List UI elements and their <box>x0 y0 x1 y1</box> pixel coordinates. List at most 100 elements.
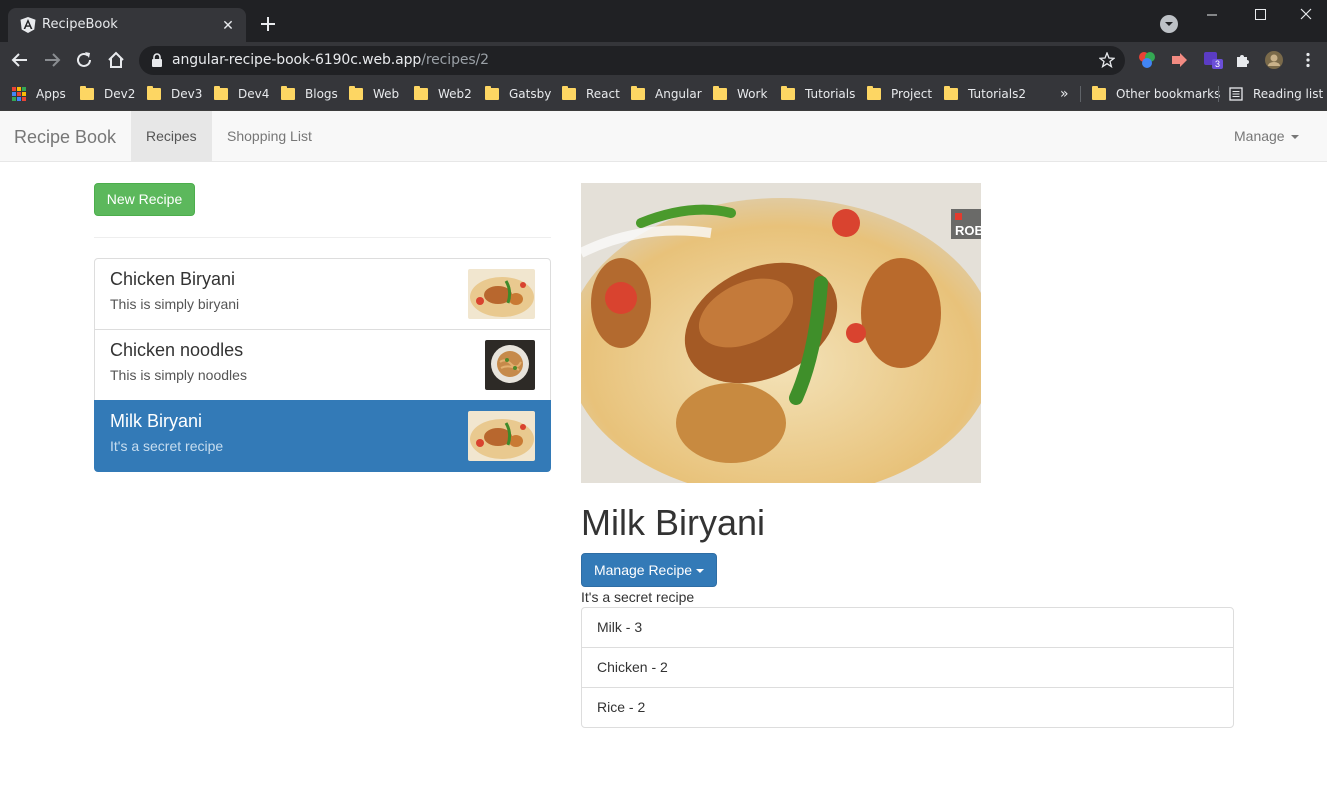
angular-favicon-icon <box>20 17 36 33</box>
recipe-item-chicken-biryani[interactable]: Chicken Biryani This is simply biryani <box>94 258 551 330</box>
folder-icon <box>713 86 727 100</box>
manage-recipe-dropdown[interactable]: Manage Recipe <box>581 553 717 587</box>
bookmark-label: Dev3 <box>171 87 203 101</box>
reading-list-button[interactable]: Reading list <box>1229 84 1323 104</box>
bookmark-star-icon[interactable] <box>1099 52 1115 68</box>
bookmark-gatsby[interactable]: Gatsby <box>485 84 551 104</box>
manage-recipe-label: Manage Recipe <box>593 562 693 578</box>
section-divider <box>94 237 551 238</box>
bookmark-blogs[interactable]: Blogs <box>281 84 338 104</box>
biryani-thumbnail-image <box>468 269 535 319</box>
maximize-icon[interactable] <box>1248 6 1272 24</box>
bookmark-project[interactable]: Project <box>867 84 932 104</box>
bookmark-angular[interactable]: Angular <box>631 84 702 104</box>
navbar-brand[interactable]: Recipe Book <box>14 127 116 148</box>
bookmark-label: React <box>586 87 620 101</box>
profile-avatar-icon[interactable] <box>1265 51 1283 69</box>
caret-down-icon <box>1290 135 1299 140</box>
extension-badge: 3 <box>1212 59 1224 69</box>
color-extension-icon[interactable] <box>1138 51 1156 69</box>
browser-tabstrip: RecipeBook ✕ <box>0 0 1327 42</box>
folder-icon <box>147 86 161 100</box>
forward-icon[interactable] <box>42 50 62 70</box>
bookmark-web2[interactable]: Web2 <box>414 84 472 104</box>
nav-link-recipes[interactable]: Recipes <box>131 111 212 161</box>
bookmark-tutorials[interactable]: Tutorials <box>781 84 855 104</box>
browser-toolbar: angular-recipe-book-6190c.web.app/recipe… <box>0 42 1327 78</box>
caret-down-icon <box>696 569 705 574</box>
folder-icon <box>944 86 958 100</box>
recipe-list: Chicken Biryani This is simply biryani C… <box>94 258 551 472</box>
folder-icon <box>867 86 881 100</box>
bookmark-other[interactable]: Other bookmarks <box>1092 84 1220 104</box>
folder-icon <box>485 86 499 100</box>
nav-link-shopping-list[interactable]: Shopping List <box>212 111 327 161</box>
bookmark-label: Angular <box>655 87 702 101</box>
folder-icon <box>214 86 228 100</box>
recipe-item-milk-biryani[interactable]: Milk Biryani It's a secret recipe <box>94 400 551 472</box>
tab-search-icon[interactable] <box>1160 15 1178 33</box>
recipe-item-chicken-noodles[interactable]: Chicken noodles This is simply noodles <box>94 329 551 401</box>
reload-icon[interactable] <box>74 50 94 70</box>
folder-icon <box>1092 86 1106 100</box>
image-watermark: ROB <box>955 223 981 238</box>
bookmark-label: Work <box>737 87 768 101</box>
bookmark-dev3[interactable]: Dev3 <box>147 84 202 104</box>
bookmark-react[interactable]: React <box>562 84 620 104</box>
manage-dropdown[interactable]: Manage <box>1219 111 1314 161</box>
ingredient-list: Milk - 3 Chicken - 2 Rice - 2 <box>581 607 1234 728</box>
new-recipe-button[interactable]: New Recipe <box>94 183 195 216</box>
recipe-name: Chicken Biryani <box>110 269 236 289</box>
browser-menu-icon[interactable] <box>1299 51 1317 69</box>
ingredient-item: Chicken - 2 <box>581 647 1234 688</box>
app-navbar: Recipe Book Recipes Shopping List Manage <box>0 111 1327 162</box>
browser-tab[interactable]: RecipeBook ✕ <box>8 8 246 42</box>
tab-close-icon[interactable]: ✕ <box>220 17 236 33</box>
folder-icon <box>80 86 94 100</box>
bookmark-apps[interactable]: Apps <box>12 84 66 104</box>
manage-label: Manage <box>1234 128 1285 144</box>
bookmark-tutorials2[interactable]: Tutorials2 <box>944 84 1026 104</box>
badge-extension-icon[interactable]: 3 <box>1203 51 1224 69</box>
bookmarks-separator <box>1080 86 1081 102</box>
bookmark-dev2[interactable]: Dev2 <box>80 84 135 104</box>
recipe-detail-description: It's a secret recipe <box>581 589 695 605</box>
recipe-name: Milk Biryani <box>110 411 203 431</box>
bookmark-work[interactable]: Work <box>713 84 767 104</box>
bookmark-label: Gatsby <box>509 87 552 101</box>
bookmarks-overflow-button[interactable]: » <box>1060 84 1069 104</box>
bookmark-label: Project <box>891 87 933 101</box>
arrow-extension-icon[interactable] <box>1170 51 1188 69</box>
home-icon[interactable] <box>106 50 126 70</box>
folder-icon <box>414 86 428 100</box>
url-path: /recipes/2 <box>421 52 489 68</box>
bookmark-label: Web <box>373 87 400 101</box>
recipe-description: This is simply noodles <box>110 367 247 383</box>
recipe-detail-title: Milk Biryani <box>581 502 766 543</box>
lock-icon[interactable] <box>151 53 163 67</box>
noodles-thumbnail-image <box>485 340 535 390</box>
folder-icon <box>781 86 795 100</box>
folder-icon <box>562 86 576 100</box>
extensions-puzzle-icon[interactable] <box>1234 51 1252 69</box>
bookmark-web[interactable]: Web <box>349 84 399 104</box>
bookmark-label: Tutorials <box>805 87 856 101</box>
bookmark-label: Web2 <box>438 87 472 101</box>
reading-list-icon <box>1229 87 1243 101</box>
address-bar[interactable]: angular-recipe-book-6190c.web.app/recipe… <box>139 46 1125 75</box>
recipe-detail-image: ROB <box>581 183 981 483</box>
url-text: angular-recipe-book-6190c.web.app/recipe… <box>172 52 489 68</box>
minimize-icon[interactable] <box>1200 6 1224 24</box>
bookmark-label: Dev2 <box>104 87 136 101</box>
apps-grid-icon <box>12 87 26 101</box>
url-host: angular-recipe-book-6190c.web.app <box>172 52 422 68</box>
ingredient-item: Rice - 2 <box>581 687 1234 728</box>
recipe-description: It's a secret recipe <box>110 438 224 454</box>
folder-icon <box>281 86 295 100</box>
close-window-icon[interactable] <box>1294 6 1318 24</box>
new-tab-icon[interactable] <box>258 14 278 34</box>
tab-title: RecipeBook <box>42 17 118 32</box>
bookmark-dev4[interactable]: Dev4 <box>214 84 269 104</box>
back-icon[interactable] <box>10 50 30 70</box>
bookmark-label: Blogs <box>305 87 338 101</box>
